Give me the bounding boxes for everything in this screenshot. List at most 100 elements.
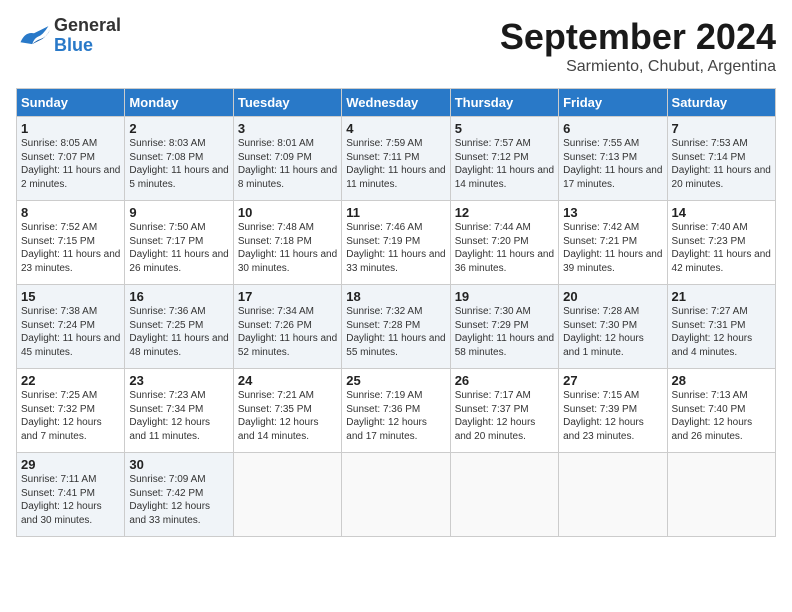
day-number: 17 bbox=[238, 289, 337, 304]
day-number: 25 bbox=[346, 373, 445, 388]
month-year: September 2024 bbox=[500, 16, 776, 58]
day-cell bbox=[559, 453, 667, 537]
day-number: 3 bbox=[238, 121, 337, 136]
calendar-title: September 2024 Sarmiento, Chubut, Argent… bbox=[500, 16, 776, 76]
calendar-header-row: SundayMondayTuesdayWednesdayThursdayFrid… bbox=[17, 89, 776, 117]
day-number: 28 bbox=[672, 373, 771, 388]
day-number: 21 bbox=[672, 289, 771, 304]
day-number: 29 bbox=[21, 457, 120, 472]
day-info: Sunrise: 7:25 AMSunset: 7:32 PMDaylight:… bbox=[21, 389, 120, 443]
day-cell: 12Sunrise: 7:44 AMSunset: 7:20 PMDayligh… bbox=[450, 201, 558, 285]
day-info: Sunrise: 7:27 AMSunset: 7:31 PMDaylight:… bbox=[672, 305, 771, 359]
day-number: 24 bbox=[238, 373, 337, 388]
day-cell: 3Sunrise: 8:01 AMSunset: 7:09 PMDaylight… bbox=[233, 117, 341, 201]
column-header-saturday: Saturday bbox=[667, 89, 775, 117]
day-cell: 28Sunrise: 7:13 AMSunset: 7:40 PMDayligh… bbox=[667, 369, 775, 453]
day-cell: 27Sunrise: 7:15 AMSunset: 7:39 PMDayligh… bbox=[559, 369, 667, 453]
day-number: 20 bbox=[563, 289, 662, 304]
day-cell: 26Sunrise: 7:17 AMSunset: 7:37 PMDayligh… bbox=[450, 369, 558, 453]
day-info: Sunrise: 7:40 AMSunset: 7:23 PMDaylight:… bbox=[672, 221, 771, 275]
day-number: 16 bbox=[129, 289, 228, 304]
day-cell: 9Sunrise: 7:50 AMSunset: 7:17 PMDaylight… bbox=[125, 201, 233, 285]
day-info: Sunrise: 7:57 AMSunset: 7:12 PMDaylight:… bbox=[455, 137, 554, 191]
column-header-thursday: Thursday bbox=[450, 89, 558, 117]
week-row-1: 1Sunrise: 8:05 AMSunset: 7:07 PMDaylight… bbox=[17, 117, 776, 201]
week-row-4: 22Sunrise: 7:25 AMSunset: 7:32 PMDayligh… bbox=[17, 369, 776, 453]
day-cell: 17Sunrise: 7:34 AMSunset: 7:26 PMDayligh… bbox=[233, 285, 341, 369]
day-info: Sunrise: 7:17 AMSunset: 7:37 PMDaylight:… bbox=[455, 389, 554, 443]
day-cell: 16Sunrise: 7:36 AMSunset: 7:25 PMDayligh… bbox=[125, 285, 233, 369]
day-cell: 10Sunrise: 7:48 AMSunset: 7:18 PMDayligh… bbox=[233, 201, 341, 285]
day-number: 9 bbox=[129, 205, 228, 220]
day-info: Sunrise: 7:11 AMSunset: 7:41 PMDaylight:… bbox=[21, 473, 120, 527]
day-number: 10 bbox=[238, 205, 337, 220]
column-header-friday: Friday bbox=[559, 89, 667, 117]
day-number: 8 bbox=[21, 205, 120, 220]
day-number: 11 bbox=[346, 205, 445, 220]
day-number: 27 bbox=[563, 373, 662, 388]
day-number: 15 bbox=[21, 289, 120, 304]
day-cell: 19Sunrise: 7:30 AMSunset: 7:29 PMDayligh… bbox=[450, 285, 558, 369]
day-cell: 25Sunrise: 7:19 AMSunset: 7:36 PMDayligh… bbox=[342, 369, 450, 453]
day-info: Sunrise: 7:52 AMSunset: 7:15 PMDaylight:… bbox=[21, 221, 120, 275]
week-row-2: 8Sunrise: 7:52 AMSunset: 7:15 PMDaylight… bbox=[17, 201, 776, 285]
day-cell bbox=[342, 453, 450, 537]
day-info: Sunrise: 7:42 AMSunset: 7:21 PMDaylight:… bbox=[563, 221, 662, 275]
column-header-sunday: Sunday bbox=[17, 89, 125, 117]
day-cell bbox=[667, 453, 775, 537]
day-info: Sunrise: 7:55 AMSunset: 7:13 PMDaylight:… bbox=[563, 137, 662, 191]
day-cell: 22Sunrise: 7:25 AMSunset: 7:32 PMDayligh… bbox=[17, 369, 125, 453]
day-cell: 18Sunrise: 7:32 AMSunset: 7:28 PMDayligh… bbox=[342, 285, 450, 369]
day-info: Sunrise: 7:50 AMSunset: 7:17 PMDaylight:… bbox=[129, 221, 228, 275]
day-cell: 24Sunrise: 7:21 AMSunset: 7:35 PMDayligh… bbox=[233, 369, 341, 453]
day-info: Sunrise: 8:05 AMSunset: 7:07 PMDaylight:… bbox=[21, 137, 120, 191]
day-cell: 29Sunrise: 7:11 AMSunset: 7:41 PMDayligh… bbox=[17, 453, 125, 537]
day-cell: 2Sunrise: 8:03 AMSunset: 7:08 PMDaylight… bbox=[125, 117, 233, 201]
day-cell: 4Sunrise: 7:59 AMSunset: 7:11 PMDaylight… bbox=[342, 117, 450, 201]
day-info: Sunrise: 7:21 AMSunset: 7:35 PMDaylight:… bbox=[238, 389, 337, 443]
day-info: Sunrise: 7:15 AMSunset: 7:39 PMDaylight:… bbox=[563, 389, 662, 443]
day-number: 4 bbox=[346, 121, 445, 136]
day-info: Sunrise: 7:09 AMSunset: 7:42 PMDaylight:… bbox=[129, 473, 228, 527]
day-info: Sunrise: 8:01 AMSunset: 7:09 PMDaylight:… bbox=[238, 137, 337, 191]
day-info: Sunrise: 7:30 AMSunset: 7:29 PMDaylight:… bbox=[455, 305, 554, 359]
day-cell: 21Sunrise: 7:27 AMSunset: 7:31 PMDayligh… bbox=[667, 285, 775, 369]
day-number: 18 bbox=[346, 289, 445, 304]
week-row-3: 15Sunrise: 7:38 AMSunset: 7:24 PMDayligh… bbox=[17, 285, 776, 369]
day-info: Sunrise: 7:46 AMSunset: 7:19 PMDaylight:… bbox=[346, 221, 445, 275]
day-info: Sunrise: 8:03 AMSunset: 7:08 PMDaylight:… bbox=[129, 137, 228, 191]
week-row-5: 29Sunrise: 7:11 AMSunset: 7:41 PMDayligh… bbox=[17, 453, 776, 537]
logo-blue-text: Blue bbox=[54, 36, 121, 56]
day-number: 22 bbox=[21, 373, 120, 388]
day-info: Sunrise: 7:32 AMSunset: 7:28 PMDaylight:… bbox=[346, 305, 445, 359]
day-number: 12 bbox=[455, 205, 554, 220]
logo-bird-icon bbox=[16, 22, 52, 50]
day-info: Sunrise: 7:44 AMSunset: 7:20 PMDaylight:… bbox=[455, 221, 554, 275]
day-number: 2 bbox=[129, 121, 228, 136]
column-header-tuesday: Tuesday bbox=[233, 89, 341, 117]
day-cell: 20Sunrise: 7:28 AMSunset: 7:30 PMDayligh… bbox=[559, 285, 667, 369]
day-number: 26 bbox=[455, 373, 554, 388]
calendar-table: SundayMondayTuesdayWednesdayThursdayFrid… bbox=[16, 88, 776, 537]
page-header: General Blue September 2024 Sarmiento, C… bbox=[16, 16, 776, 76]
logo: General Blue bbox=[16, 16, 121, 56]
day-cell: 15Sunrise: 7:38 AMSunset: 7:24 PMDayligh… bbox=[17, 285, 125, 369]
day-number: 13 bbox=[563, 205, 662, 220]
day-info: Sunrise: 7:53 AMSunset: 7:14 PMDaylight:… bbox=[672, 137, 771, 191]
column-header-wednesday: Wednesday bbox=[342, 89, 450, 117]
day-info: Sunrise: 7:28 AMSunset: 7:30 PMDaylight:… bbox=[563, 305, 662, 359]
day-cell: 1Sunrise: 8:05 AMSunset: 7:07 PMDaylight… bbox=[17, 117, 125, 201]
day-cell: 5Sunrise: 7:57 AMSunset: 7:12 PMDaylight… bbox=[450, 117, 558, 201]
day-number: 1 bbox=[21, 121, 120, 136]
day-number: 7 bbox=[672, 121, 771, 136]
day-info: Sunrise: 7:48 AMSunset: 7:18 PMDaylight:… bbox=[238, 221, 337, 275]
day-info: Sunrise: 7:23 AMSunset: 7:34 PMDaylight:… bbox=[129, 389, 228, 443]
location: Sarmiento, Chubut, Argentina bbox=[500, 58, 776, 76]
day-info: Sunrise: 7:19 AMSunset: 7:36 PMDaylight:… bbox=[346, 389, 445, 443]
day-info: Sunrise: 7:59 AMSunset: 7:11 PMDaylight:… bbox=[346, 137, 445, 191]
day-cell: 6Sunrise: 7:55 AMSunset: 7:13 PMDaylight… bbox=[559, 117, 667, 201]
day-cell: 14Sunrise: 7:40 AMSunset: 7:23 PMDayligh… bbox=[667, 201, 775, 285]
day-cell: 11Sunrise: 7:46 AMSunset: 7:19 PMDayligh… bbox=[342, 201, 450, 285]
day-cell: 13Sunrise: 7:42 AMSunset: 7:21 PMDayligh… bbox=[559, 201, 667, 285]
day-info: Sunrise: 7:13 AMSunset: 7:40 PMDaylight:… bbox=[672, 389, 771, 443]
